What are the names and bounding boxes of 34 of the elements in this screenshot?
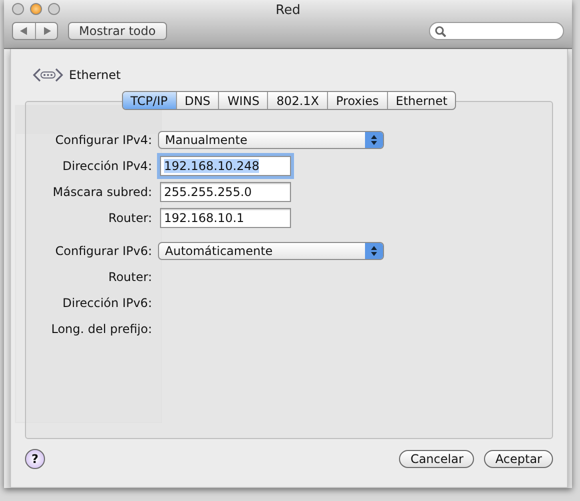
right-triangle-icon <box>42 27 50 35</box>
dialog-button[interactable]: Aceptar <box>484 450 553 468</box>
field-label: Configurar IPv4: <box>54 132 153 146</box>
popup-menu[interactable]: Automáticamente <box>158 242 384 260</box>
search-icon <box>435 26 446 36</box>
field-label: Configurar IPv6: <box>54 244 153 258</box>
minimize-button[interactable] <box>30 3 42 15</box>
service-name: Ethernet <box>69 68 121 82</box>
field-label: Dirección IPv6: <box>62 296 153 310</box>
input-field[interactable]: 255.255.255.0 <box>160 182 291 202</box>
field-label: Máscara subred: <box>52 184 153 198</box>
dialog-button[interactable]: Cancelar <box>399 450 474 468</box>
left-triangle-icon <box>20 27 28 35</box>
help-button[interactable]: ? <box>25 449 45 469</box>
popup-arrows-icon <box>365 132 383 148</box>
ethernet-icon <box>33 67 63 83</box>
tab[interactable]: Proxies <box>327 92 387 109</box>
tab[interactable]: WINS <box>218 92 268 109</box>
search-field[interactable] <box>429 22 564 40</box>
tab[interactable]: 802.1X <box>267 92 328 109</box>
tab[interactable]: DNS <box>176 92 218 109</box>
show-all-button[interactable]: Mostrar todo <box>68 22 167 40</box>
close-button[interactable] <box>12 3 24 15</box>
field-label: Long. del prefijo: <box>50 322 153 336</box>
field-label: Router: <box>107 270 153 284</box>
tab[interactable]: Ethernet <box>386 92 456 109</box>
field-label: Router: <box>107 210 153 224</box>
window-title: Red <box>276 2 300 18</box>
popup-arrows-icon <box>365 242 383 258</box>
zoom-button[interactable] <box>48 3 60 15</box>
field-label: Dirección IPv4: <box>62 158 153 172</box>
input-field[interactable]: 192.168.10.1 <box>160 208 291 228</box>
tab[interactable]: TCP/IP <box>122 92 176 109</box>
popup-menu[interactable]: Manualmente <box>158 130 384 148</box>
